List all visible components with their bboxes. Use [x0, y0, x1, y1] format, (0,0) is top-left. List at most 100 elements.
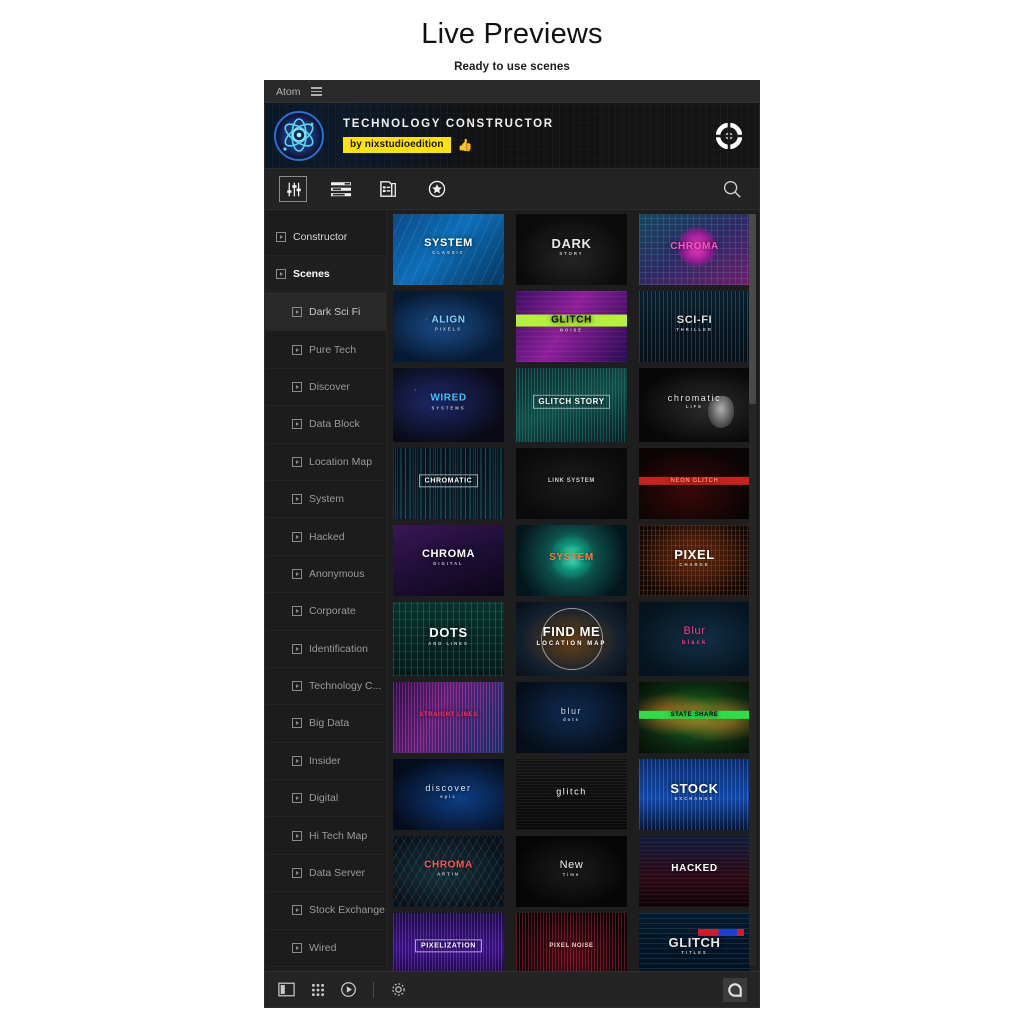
scene-thumbnail[interactable]: DARK STORY — [516, 214, 627, 285]
scene-thumbnail[interactable]: SYSTEM — [516, 525, 627, 596]
sidebar-item-discover[interactable]: Discover — [265, 369, 386, 407]
scene-thumbnail[interactable]: WIRED SYSTEMS — [393, 368, 504, 442]
scene-thumbnail[interactable]: PIXEL CHARGE — [639, 525, 750, 596]
sidebar-item-location-map[interactable]: Location Map — [265, 444, 386, 481]
sidebar-item-label: Pure Tech — [309, 343, 357, 356]
thumbnail-title: GLITCH — [668, 934, 721, 950]
thumbs-up-icon[interactable]: 👍 — [458, 139, 473, 151]
scene-thumbnail[interactable]: CHROMA ARTIN — [393, 836, 504, 907]
play-square-icon — [292, 755, 302, 766]
scene-thumbnail[interactable]: Blur black — [639, 602, 750, 676]
sidebar-item-pure-tech[interactable]: Pure Tech — [265, 331, 386, 369]
gear-icon[interactable] — [389, 980, 408, 999]
category-sidebar[interactable]: Constructor Scenes Dark Sci Fi Pure Tech D… — [265, 210, 387, 971]
app-body: Constructor Scenes Dark Sci Fi Pure Tech D… — [265, 210, 759, 971]
document-icon[interactable] — [375, 176, 403, 202]
sidebar-item-stock-exchange[interactable]: Stock Exchange — [265, 892, 386, 930]
scene-thumbnail[interactable]: STOCK EXCHANGE — [639, 759, 750, 830]
thumbnail-title: PIXELIZATION — [421, 941, 476, 949]
thumbnail-caption: DARK STORY — [516, 235, 627, 257]
hamburger-icon[interactable] — [310, 87, 322, 96]
thumbnail-caption: HACKED — [639, 863, 750, 874]
thumbnail-caption: FIND ME LOCATION MAP — [516, 625, 627, 647]
scene-thumbnail[interactable]: chromatic LIFE — [639, 368, 750, 442]
sidebar-item-label: Dark Sci Fi — [309, 306, 361, 319]
sidebar-item-constructor[interactable]: Constructor — [265, 219, 386, 256]
sidebar-item-digital[interactable]: Digital — [265, 780, 386, 818]
scene-thumbnail[interactable]: CHROMA DIGITAL — [393, 525, 504, 596]
search-icon[interactable] — [719, 176, 745, 202]
scene-thumbnail[interactable]: CHROMATIC — [393, 448, 504, 519]
sidebar-item-hi-tech-map[interactable]: Hi Tech Map — [265, 817, 386, 855]
sidebar-item-dark-sci-fi[interactable]: Dark Sci Fi — [265, 294, 386, 332]
scene-thumbnail[interactable]: DOTS AND LINES — [393, 602, 504, 676]
page-title: Live Previews — [421, 18, 603, 50]
sidebar-roots: Constructor Scenes — [265, 210, 386, 293]
scene-thumbnail[interactable]: NEON GLITCH — [639, 448, 750, 519]
sidebar-subitems: Dark Sci Fi Pure Tech Discover Data Block Lo… — [265, 293, 386, 968]
atom-logo-icon — [267, 104, 331, 168]
atom-badge-icon[interactable] — [723, 977, 747, 1002]
thumbnail-subtitle: Time — [562, 872, 581, 878]
scene-thumbnail[interactable]: LINK SYSTEM — [516, 448, 627, 519]
thumbnail-title: blur — [560, 705, 583, 716]
author-badge[interactable]: by nixstudioedition — [343, 136, 451, 154]
sidebar-item-label: Technology C... — [309, 680, 382, 693]
sidebar-item-insider[interactable]: Insider — [265, 743, 386, 781]
thumbnail-title: DARK — [551, 235, 592, 251]
scene-thumbnail[interactable]: discover epic — [393, 759, 504, 830]
sidebar-item-scenes[interactable]: Scenes — [265, 256, 386, 293]
scene-thumbnail[interactable]: GLITCH TITLES — [639, 913, 750, 971]
sidebar-item-data-server[interactable]: Data Server — [265, 855, 386, 893]
scene-thumbnail[interactable]: SCI-FI THRILLER — [639, 291, 750, 362]
scene-thumbnail[interactable]: SYSTEM CLASSIC — [393, 214, 504, 285]
thumbnail-subtitle: EXCHANGE — [674, 796, 715, 802]
sidebar-item-technology-c[interactable]: Technology C... — [265, 668, 386, 706]
scene-thumbnail[interactable]: glitch — [516, 759, 627, 830]
thumbnail-subtitle: dots — [563, 717, 580, 723]
grid-scrollbar[interactable] — [749, 214, 756, 966]
scene-thumbnail[interactable]: ALIGN PIXELS — [393, 291, 504, 362]
panel-icon[interactable] — [277, 980, 296, 999]
scene-thumbnail[interactable]: GLITCH STORY — [516, 368, 627, 442]
thumbnail-caption: chromatic LIFE — [639, 393, 750, 410]
thumbnail-caption: STOCK EXCHANGE — [639, 781, 750, 802]
scene-thumbnail[interactable]: PIXEL NOISE — [516, 913, 627, 971]
scrollbar-thumb[interactable] — [749, 214, 756, 404]
sidebar-item-hacked[interactable]: Hacked — [265, 518, 386, 556]
sidebar-item-big-data[interactable]: Big Data — [265, 705, 386, 743]
scene-thumbnail[interactable]: PIXELIZATION — [393, 913, 504, 971]
scene-thumbnail[interactable]: FIND ME LOCATION MAP — [516, 602, 627, 676]
scene-thumbnail[interactable]: New Time — [516, 836, 627, 907]
scene-thumbnail[interactable]: GLITCH NOISE — [516, 291, 627, 362]
thumbnail-caption: GLITCH NOISE — [516, 314, 627, 333]
thumbnail-subtitle: ARTIN — [437, 871, 460, 877]
scene-thumbnail[interactable]: HACKED — [639, 836, 750, 907]
play-icon[interactable] — [339, 980, 358, 999]
play-square-icon — [276, 232, 286, 242]
thumbnail-title: WIRED — [430, 392, 467, 404]
target-crosshair-icon[interactable] — [716, 122, 742, 149]
scene-thumbnail[interactable]: STRAIGHT LINES — [393, 682, 504, 753]
thumbnail-caption: PIXEL NOISE — [516, 943, 627, 949]
sidebar-item-system[interactable]: System — [265, 481, 386, 519]
scene-grid: SYSTEM CLASSIC DARK STORY CHROMA ALIGN PIXELS G… — [389, 214, 759, 971]
sidebar-item-corporate[interactable]: Corporate — [265, 593, 386, 631]
thumbnail-title: New — [559, 858, 584, 871]
sidebar-item-data-block[interactable]: Data Block — [265, 406, 386, 444]
layers-icon[interactable] — [327, 176, 355, 202]
thumbnail-caption: CHROMA ARTIN — [393, 860, 504, 877]
scene-thumbnail[interactable]: STATE SHARE — [639, 682, 750, 753]
sidebar-item-identification[interactable]: Identification — [265, 631, 386, 668]
app-window: Atom TECHNOLOGY CONSTRUCTOR by nixstudio… — [264, 80, 760, 1008]
thumbnail-title: NEON GLITCH — [639, 476, 750, 485]
star-icon[interactable] — [423, 176, 451, 202]
scene-thumbnail[interactable]: CHROMA — [639, 214, 750, 285]
sidebar-item-anonymous[interactable]: Anonymous — [265, 556, 386, 594]
grid-icon[interactable] — [308, 980, 327, 999]
thumbnail-subtitle: THRILLER — [676, 327, 713, 333]
thumbnail-caption: blur dots — [516, 705, 627, 723]
sidebar-item-wired[interactable]: Wired — [265, 930, 386, 968]
scene-thumbnail[interactable]: blur dots — [516, 682, 627, 753]
sliders-icon[interactable] — [279, 176, 307, 202]
